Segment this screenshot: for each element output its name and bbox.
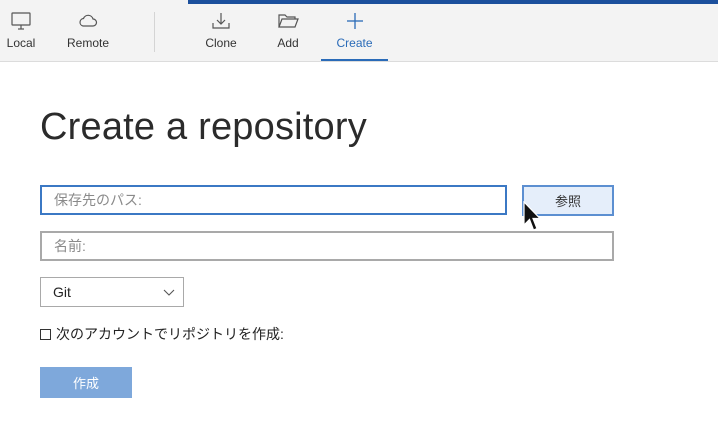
folder-open-icon — [278, 14, 299, 28]
toolbar-separator — [154, 12, 155, 52]
header-accent-strip — [188, 0, 718, 4]
vcs-select[interactable]: Git — [40, 277, 184, 307]
monitor-icon — [11, 12, 31, 30]
cloud-icon — [79, 14, 98, 27]
create-button[interactable]: 作成 — [40, 367, 132, 398]
toolbar-remote-button[interactable]: Remote — [64, 10, 112, 61]
mouse-pointer-icon — [523, 201, 542, 231]
vcs-select-value: Git — [53, 284, 71, 300]
toolbar-add-button[interactable]: Add — [270, 10, 306, 61]
plus-icon — [346, 13, 363, 29]
toolbar-remote-label: Remote — [66, 36, 110, 50]
download-icon — [212, 13, 230, 29]
page-title: Create a repository — [40, 106, 367, 148]
toolbar-create-label: Create — [336, 36, 373, 50]
account-checkbox[interactable] — [40, 328, 51, 340]
toolbar-local-button[interactable]: Local — [4, 10, 38, 61]
toolbar-add-label: Add — [277, 36, 299, 50]
toolbar-clone-label: Clone — [205, 36, 237, 50]
chevron-down-icon — [163, 289, 175, 296]
toolbar-clone-button[interactable]: Clone — [201, 10, 241, 61]
toolbar-local-label: Local — [6, 36, 36, 50]
path-input[interactable] — [40, 185, 507, 215]
account-checkbox-row[interactable]: 次のアカウントでリポジトリを作成: — [40, 324, 284, 344]
name-input[interactable] — [40, 231, 614, 261]
toolbar-create-button[interactable]: Create — [321, 10, 388, 61]
account-checkbox-label: 次のアカウントでリポジトリを作成: — [56, 326, 284, 342]
top-toolbar: Local Remote Clone Add Create — [0, 0, 718, 62]
